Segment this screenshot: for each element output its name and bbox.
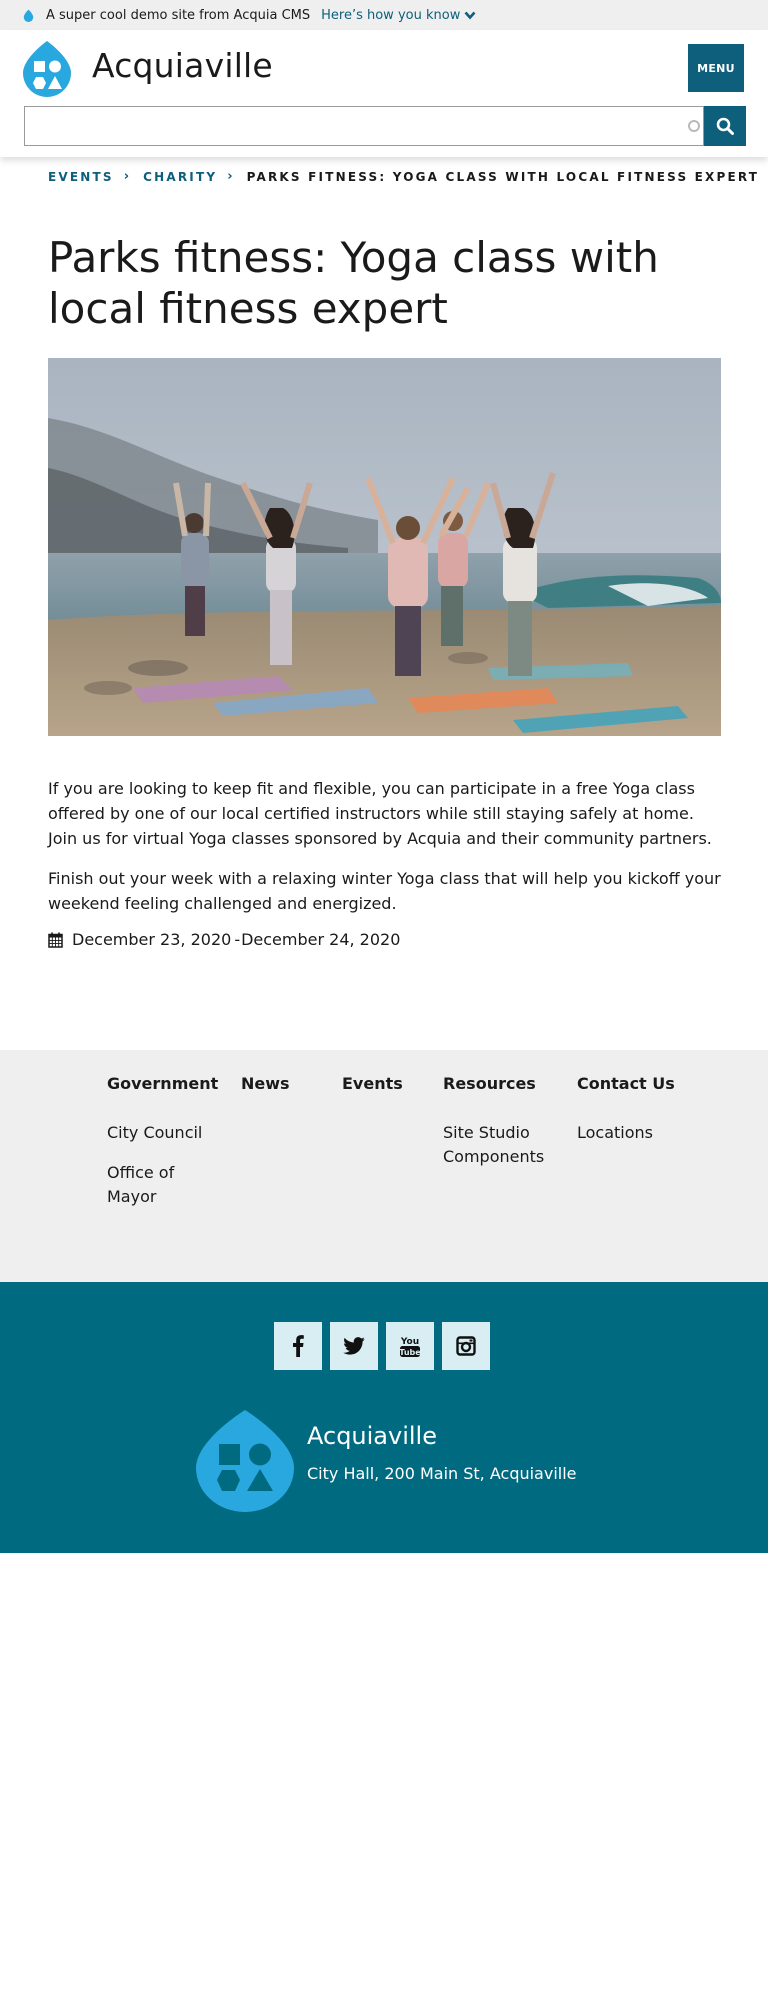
- footer-heading-news[interactable]: News: [241, 1074, 321, 1093]
- event-end-date: December 24, 2020: [241, 930, 401, 949]
- footer-heading-resources[interactable]: Resources: [443, 1074, 563, 1093]
- breadcrumb-events-link[interactable]: EVENTS: [48, 170, 114, 184]
- facebook-link[interactable]: [274, 1322, 322, 1370]
- footer-link-office-of-mayor[interactable]: Office of Mayor: [107, 1161, 227, 1209]
- heres-how-you-know-label: Here’s how you know: [321, 7, 461, 23]
- event-paragraph: If you are looking to keep fit and flexi…: [48, 779, 712, 848]
- footer-heading-contact-us[interactable]: Contact Us: [577, 1074, 717, 1093]
- instagram-icon: [456, 1336, 476, 1356]
- chevron-down-icon: [464, 11, 476, 19]
- search-button[interactable]: [704, 106, 746, 146]
- footer-site-name[interactable]: Acquiaville: [307, 1422, 437, 1450]
- facebook-icon: [293, 1335, 304, 1357]
- site-name[interactable]: Acquiaville: [92, 46, 273, 85]
- page-title: Parks fitness: Yoga class with local fit…: [48, 233, 659, 333]
- footer-column-contact-us: Contact Us Locations: [577, 1074, 717, 1161]
- search-input[interactable]: [24, 106, 704, 146]
- twitter-link[interactable]: [330, 1322, 378, 1370]
- youtube-icon-text-bottom: Tube: [399, 1348, 421, 1357]
- footer-column-resources: Resources Site Studio Components: [443, 1074, 563, 1185]
- event-date-range: December 23, 2020 - December 24, 2020: [48, 930, 400, 949]
- twitter-icon: [343, 1337, 365, 1355]
- heres-how-you-know-link[interactable]: Here’s how you know: [321, 8, 476, 23]
- breadcrumb: EVENTS › CHARITY › PARKS FITNESS: YOGA C…: [48, 169, 759, 184]
- event-paragraph: Finish out your week with a relaxing win…: [48, 869, 721, 913]
- event-description: If you are looking to keep fit and flexi…: [48, 776, 728, 931]
- footer-heading-events[interactable]: Events: [342, 1074, 422, 1093]
- event-hero-image: [48, 358, 721, 736]
- footer-navigation: Government City Council Office of Mayor …: [0, 1050, 768, 1282]
- site-footer: You Tube Acquiaville City Hall, 200 Main…: [0, 1282, 768, 1553]
- breadcrumb-current-page: PARKS FITNESS: YOGA CLASS WITH LOCAL FIT…: [246, 169, 760, 184]
- footer-column-government: Government City Council Office of Mayor: [107, 1074, 227, 1225]
- footer-heading-government[interactable]: Government: [107, 1074, 227, 1093]
- youtube-icon: You Tube: [399, 1337, 421, 1357]
- instagram-link[interactable]: [442, 1322, 490, 1370]
- footer-column-events: Events: [342, 1074, 422, 1121]
- footer-link-city-council[interactable]: City Council: [107, 1121, 227, 1145]
- site-logo-icon[interactable]: [22, 40, 72, 97]
- youtube-link[interactable]: You Tube: [386, 1322, 434, 1370]
- date-separator: -: [234, 930, 241, 949]
- footer-column-news: News: [241, 1074, 321, 1121]
- chevron-right-icon: ›: [227, 169, 233, 184]
- demo-banner-text: A super cool demo site from Acquia CMS: [46, 7, 311, 23]
- footer-link-site-studio-components[interactable]: Site Studio Components: [443, 1121, 563, 1169]
- menu-button[interactable]: MENU: [688, 44, 744, 92]
- chevron-right-icon: ›: [123, 169, 130, 184]
- calendar-icon: [48, 932, 63, 948]
- footer-link-locations[interactable]: Locations: [577, 1121, 717, 1145]
- site-header: Acquiaville MENU: [0, 30, 768, 157]
- drop-icon: [23, 9, 34, 22]
- demo-site-banner: A super cool demo site from Acquia CMS H…: [0, 0, 768, 30]
- loading-spinner-icon: [688, 120, 700, 132]
- footer-address: City Hall, 200 Main St, Acquiaville: [307, 1464, 577, 1483]
- search-icon: [716, 117, 734, 135]
- footer-logo-icon: [196, 1410, 294, 1512]
- breadcrumb-charity-link[interactable]: CHARITY: [143, 170, 217, 184]
- event-start-date: December 23, 2020: [72, 930, 232, 949]
- youtube-icon-text-top: You: [400, 1337, 419, 1347]
